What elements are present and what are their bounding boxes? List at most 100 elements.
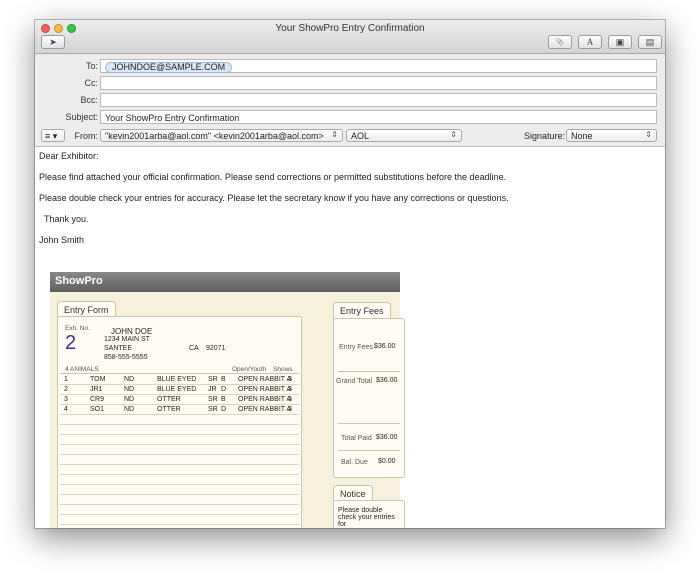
send-icon: ➤ — [49, 36, 57, 47]
entry-breed: ND — [124, 396, 135, 403]
header-options-menu[interactable]: ≡ ▾ — [41, 129, 65, 142]
entry-fees-label: Entry Fees — [339, 344, 373, 351]
send-button[interactable]: ➤ — [41, 35, 65, 49]
entry-cls: SR — [208, 396, 218, 403]
photo-browser-button[interactable]: ▣ — [608, 35, 632, 49]
from-value: "kevin2001arba@aol.com" <kevin2001arba@a… — [105, 131, 324, 141]
signature-value: None — [571, 131, 593, 141]
cc-label: Cc: — [84, 78, 99, 88]
message-body[interactable]: Dear Exhibitor: Please find attached you… — [35, 147, 665, 528]
entry-sex: D — [221, 406, 227, 413]
entry-shows: 3 — [288, 406, 292, 413]
fees-divider — [338, 371, 400, 372]
from-select[interactable]: "kevin2001arba@aol.com" <kevin2001arba@a… — [100, 129, 343, 142]
photo-icon: ▣ — [615, 36, 625, 47]
cc-field[interactable] — [100, 76, 657, 90]
entry-div: OPEN RABBIT A — [238, 376, 292, 383]
exhibitor-zip: 92071 — [206, 345, 226, 352]
table-row: 3 CR9 ND OTTER SR B OPEN RABBIT A3 — [60, 395, 299, 405]
updown-arrow-icon: ⇕ — [645, 130, 652, 139]
body-paragraph-2: Please double check your entries for acc… — [39, 193, 509, 203]
mail-compose-window: Your ShowPro Entry Confirmation ➤ 📎 A ▣ … — [35, 20, 665, 528]
open-youth-header: Open/Youth — [232, 366, 267, 373]
table-row — [60, 485, 299, 495]
entry-sex: D — [221, 386, 227, 393]
paperclip-icon: 📎 — [555, 39, 565, 46]
subject-row: Subject: Your ShowPro Entry Confirmation — [35, 109, 665, 125]
bcc-label: Bcc: — [80, 95, 98, 105]
entry-cls: JR — [208, 386, 217, 393]
entry-breed: ND — [124, 376, 135, 383]
table-row — [60, 445, 299, 455]
entries-table: 1 TOM ND BLUE EYED SR B OPEN RABBIT A 3 2 JR 1 ND BL… — [60, 375, 299, 528]
exh-no-label: Exh. No. — [65, 325, 90, 332]
animals-count: 4 ANIMALS — [65, 366, 99, 373]
table-row: 1 TOM ND BLUE EYED SR B OPEN RABBIT A3 — [60, 375, 299, 385]
entry-shows: 3 — [288, 386, 292, 393]
signature-select[interactable]: None ⇕ — [566, 129, 657, 142]
entry-shows: 3 — [288, 376, 292, 383]
exhibitor-city: SANTEE — [104, 345, 133, 352]
entry-div: OPEN RABBIT A — [238, 406, 292, 413]
entry-fees-panel: Entry Fees $36.00 Grand Total $36.00 Tot… — [333, 318, 405, 478]
table-row — [60, 515, 299, 525]
entry-cls: SR — [208, 376, 218, 383]
to-row: To: JOHNDOE@SAMPLE.COM — [35, 58, 665, 74]
entry-n: 1 — [64, 376, 68, 383]
total-paid-value: $36.00 — [376, 434, 398, 441]
format-icon: ▤ — [645, 36, 655, 47]
entry-variety: BLUE EYED — [157, 376, 197, 383]
table-row — [60, 425, 299, 435]
message-headers: To: JOHNDOE@SAMPLE.COM Cc: Bcc: Subject:… — [35, 54, 665, 147]
grand-total-value: $36.00 — [376, 377, 398, 384]
entry-ear: CR9 — [90, 396, 105, 403]
account-select[interactable]: AOL ⇕ — [346, 129, 462, 142]
bcc-field[interactable] — [100, 93, 657, 107]
bal-due-label: Bal. Due — [341, 459, 368, 466]
entry-fees-value: $36.00 — [374, 343, 396, 350]
attach-button[interactable]: 📎 — [548, 35, 572, 49]
attachment-preview[interactable]: ShowPro Entry Form Exh. No. 2 JOHN DOE 1… — [50, 272, 405, 528]
greeting: Dear Exhibitor: — [39, 151, 99, 161]
to-label: To: — [85, 61, 98, 71]
window-title: Your ShowPro Entry Confirmation — [275, 23, 425, 34]
table-row: 4 SO1 ND OTTER SR D OPEN RABBIT A3 — [60, 405, 299, 415]
account-value: AOL — [351, 131, 370, 141]
sender-name: John Smith — [39, 235, 85, 245]
recipient-token[interactable]: JOHNDOE@SAMPLE.COM — [105, 62, 233, 73]
entry-fees-tab: Entry Fees — [333, 302, 391, 319]
sign-off: Thank you. — [44, 214, 89, 224]
table-row — [60, 525, 299, 528]
body-paragraph-1: Please find attached your official confi… — [39, 172, 507, 182]
font-icon: A — [586, 37, 594, 47]
list-icon: ≡ ▾ — [45, 131, 58, 141]
entry-div: OPEN RABBIT A — [238, 386, 292, 393]
entry-ear: TOM — [90, 376, 106, 383]
subject-field[interactable]: Your ShowPro Entry Confirmation — [100, 110, 657, 124]
entry-variety: OTTER — [157, 396, 181, 403]
from-label: From: — [74, 131, 99, 141]
fees-divider — [338, 450, 400, 451]
entry-shows: 3 — [288, 396, 292, 403]
table-row: 2 JR1 ND BLUE EYED JR D OPEN RABBIT A3 — [60, 385, 299, 395]
entry-form-panel: Exh. No. 2 JOHN DOE 1234 MAIN ST SANTEE … — [57, 316, 302, 528]
entry-n: 3 — [64, 396, 68, 403]
entry-sex: B — [221, 376, 226, 383]
bal-due-value: $0.00 — [378, 458, 396, 465]
exhibitor-phone: 858-555-5555 — [104, 354, 148, 361]
cc-row: Cc: — [35, 75, 665, 91]
from-row: ≡ ▾ From: "kevin2001arba@aol.com" <kevin… — [35, 128, 665, 144]
updown-arrow-icon: ⇕ — [331, 130, 338, 139]
table-row — [60, 495, 299, 505]
shows-header: Shows — [273, 366, 293, 373]
exhibitor-number: 2 — [65, 332, 77, 354]
entry-variety: BLUE EYED — [157, 386, 197, 393]
entry-n: 2 — [64, 386, 68, 393]
fonts-button[interactable]: A — [578, 35, 602, 49]
grand-total-label: Grand Total — [336, 378, 373, 385]
table-row — [60, 415, 299, 425]
table-row — [60, 475, 299, 485]
entry-ear: SO1 — [90, 406, 105, 413]
to-field[interactable]: JOHNDOE@SAMPLE.COM — [100, 59, 657, 73]
format-button[interactable]: ▤ — [638, 35, 662, 49]
